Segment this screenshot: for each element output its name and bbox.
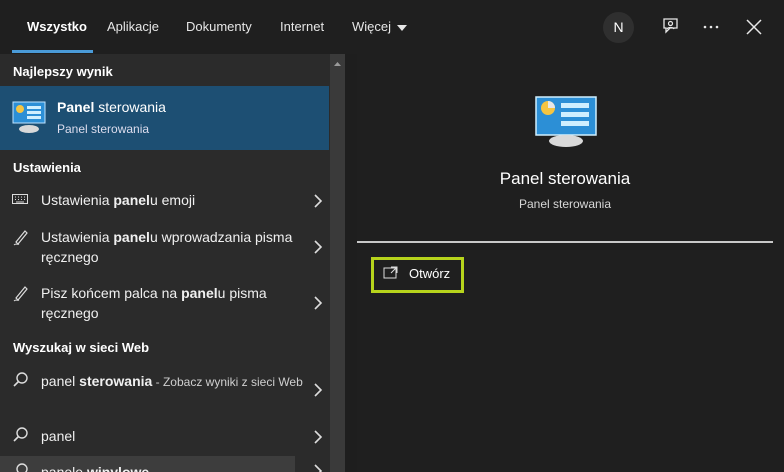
chevron-right-icon — [314, 383, 323, 397]
search-icon — [12, 371, 30, 394]
close-icon — [746, 19, 762, 35]
chevron-right-icon — [314, 240, 323, 254]
keyboard-icon — [12, 192, 28, 210]
settings-heading: Ustawienia — [13, 160, 81, 175]
web-result-label: panel — [41, 428, 76, 444]
chevron-right-icon — [314, 464, 323, 472]
more-options-icon — [703, 25, 719, 29]
best-match-heading: Najlepszy wynik — [13, 64, 113, 79]
more-options-button[interactable] — [697, 12, 727, 42]
settings-item-label: Pisz końcem palca na panelu pisma ręczne… — [41, 285, 267, 321]
open-button-label: Otwórz — [409, 266, 451, 281]
preview-separator — [357, 241, 773, 243]
pen-icon — [12, 228, 30, 251]
best-match-item[interactable]: Panel sterowania Panel sterowania — [0, 86, 329, 150]
control-panel-icon — [535, 96, 597, 153]
preview-subtitle: Panel sterowania — [518, 197, 612, 211]
results-list: Najlepszy wynik Panel sterowania Panel s… — [0, 54, 330, 472]
search-icon — [12, 462, 30, 472]
active-tab-indicator — [12, 50, 93, 53]
search-tab-bar: Wszystko Aplikacje Dokumenty Internet Wi… — [0, 0, 784, 54]
control-panel-icon — [12, 100, 46, 139]
chevron-right-icon — [314, 430, 323, 444]
best-match-title: Panel sterowania — [57, 99, 166, 115]
pen-icon — [12, 284, 30, 307]
web-result-panele-winylowe[interactable]: panele winylowe — [0, 456, 295, 472]
scroll-up-arrow-icon[interactable] — [333, 58, 342, 70]
web-search-heading: Wyszukaj w sieci Web — [13, 340, 150, 355]
settings-item-fingertip-writing[interactable]: Pisz końcem palca na panelu pisma ręczne… — [0, 280, 329, 326]
settings-item-label: Ustawienia panelu emoji — [41, 192, 196, 208]
avatar[interactable]: N — [603, 12, 634, 43]
web-result-label: panel sterowania - Zobacz wyniki z sieci… — [41, 373, 303, 389]
feedback-icon — [663, 18, 678, 34]
tab-apps[interactable]: Aplikacje — [107, 0, 159, 54]
panel-divider — [345, 54, 357, 472]
web-result-label: panele winylowe — [41, 464, 150, 472]
chevron-right-icon — [314, 296, 323, 310]
web-result-panel[interactable]: panel — [0, 422, 329, 452]
close-button[interactable] — [739, 12, 769, 42]
settings-item-label: Ustawienia panelu wprowadzania pisma ręc… — [41, 229, 293, 265]
settings-item-emoji-panel[interactable]: Ustawienia panelu emoji — [0, 186, 329, 216]
tab-documents[interactable]: Dokumenty — [186, 0, 252, 54]
preview-title: Panel sterowania — [499, 169, 631, 188]
best-match-subtitle: Panel sterowania — [57, 122, 150, 136]
web-result-panel-sterowania[interactable]: panel sterowania - Zobacz wyniki z sieci… — [0, 368, 329, 412]
chevron-right-icon — [314, 194, 323, 208]
settings-item-handwriting-panel[interactable]: Ustawienia panelu wprowadzania pisma ręc… — [0, 224, 329, 270]
tab-more-label: Więcej — [352, 19, 392, 34]
chevron-down-icon — [397, 24, 408, 31]
tab-more[interactable]: Więcej — [352, 0, 408, 54]
feedback-button[interactable] — [656, 12, 686, 42]
tab-all[interactable]: Wszystko — [27, 0, 87, 54]
open-external-icon — [383, 265, 399, 284]
scrollbar[interactable] — [330, 54, 345, 472]
open-button[interactable]: Otwórz — [371, 257, 464, 293]
search-icon — [12, 426, 30, 449]
tab-web[interactable]: Internet — [280, 0, 324, 54]
